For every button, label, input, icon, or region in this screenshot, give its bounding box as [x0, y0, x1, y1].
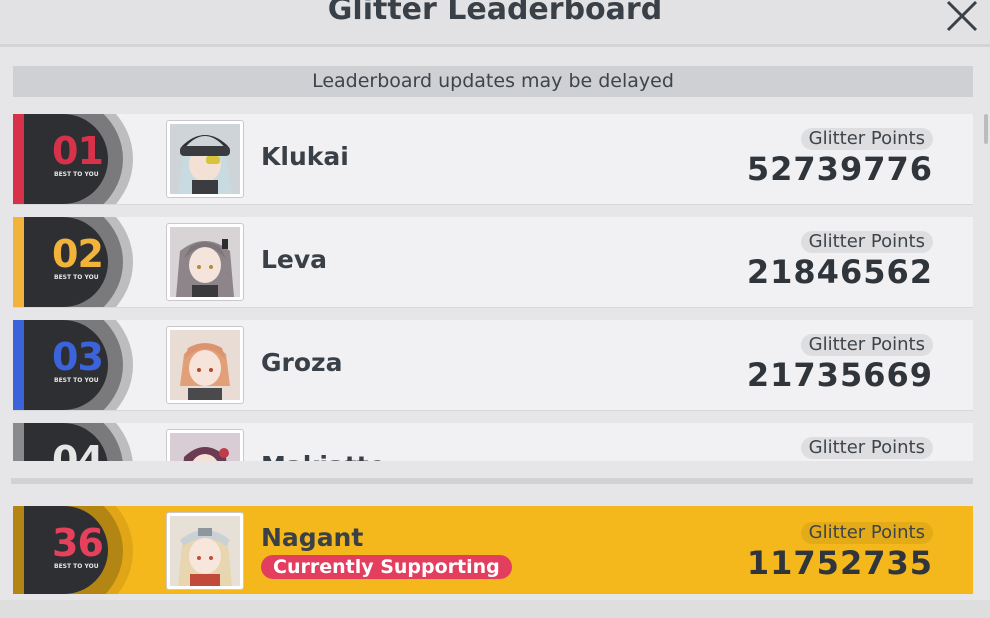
- character-portrait-makiatto: [170, 433, 240, 461]
- header-bar: Glitter Leaderboard: [0, 0, 990, 47]
- rank-tagline: BEST TO YOU: [54, 563, 99, 570]
- rank-tagline: BEST TO YOU: [54, 274, 99, 281]
- avatar[interactable]: [166, 120, 244, 198]
- points-value: 52739776: [746, 150, 933, 188]
- leaderboard-row-3[interactable]: 03 BEST TO YOU Groza Glitter Points 2173…: [13, 320, 973, 411]
- character-portrait-leva: [170, 227, 240, 297]
- rank-badge: 36 BEST TO YOU: [24, 506, 108, 594]
- rank-number: 02: [52, 232, 104, 276]
- points-value: 11752735: [746, 544, 933, 582]
- rank-color-stripe: [13, 320, 24, 410]
- points-value: 21846562: [746, 253, 933, 291]
- page-title: Glitter Leaderboard: [327, 0, 663, 27]
- leaderboard-row-4[interactable]: 04 Makiatto Glitter Points: [13, 423, 973, 461]
- avatar[interactable]: [166, 223, 244, 301]
- points-label: Glitter Points: [800, 231, 933, 253]
- player-name: Groza: [261, 348, 343, 377]
- leaderboard-row-1[interactable]: 01 BEST TO YOU Klukai Glitter Points 527…: [13, 114, 973, 205]
- avatar[interactable]: [166, 326, 244, 404]
- leaderboard-row-2[interactable]: 02 BEST TO YOU Leva Glitter Points 21846…: [13, 217, 973, 308]
- player-name: Makiatto: [261, 451, 386, 461]
- character-portrait-nagant: [170, 516, 240, 586]
- points-label: Glitter Points: [800, 522, 933, 544]
- rank-number: 04: [52, 438, 104, 461]
- rank-number: 36: [52, 521, 104, 565]
- points-value: 21735669: [746, 356, 933, 394]
- points-label: Glitter Points: [800, 437, 933, 459]
- player-name: Nagant: [261, 523, 364, 552]
- rank-color-stripe: [13, 114, 24, 204]
- close-icon: [946, 0, 978, 32]
- delay-notice: Leaderboard updates may be delayed: [13, 66, 973, 97]
- rank-color-stripe: [13, 217, 24, 307]
- player-name: Leva: [261, 245, 328, 274]
- player-name: Klukai: [261, 142, 349, 171]
- avatar[interactable]: [166, 429, 244, 461]
- rank-number: 01: [52, 129, 104, 173]
- character-portrait-groza: [170, 330, 240, 400]
- rank-color-stripe: [13, 423, 24, 461]
- rank-tagline: BEST TO YOU: [54, 171, 99, 178]
- points-label: Glitter Points: [800, 128, 933, 150]
- my-rank-row[interactable]: 36 BEST TO YOU Nagant Currently Supporti…: [13, 506, 973, 594]
- list-scrollbar[interactable]: [984, 114, 988, 144]
- supporting-badge: Currently Supporting: [261, 555, 512, 579]
- points-label: Glitter Points: [800, 334, 933, 356]
- avatar[interactable]: [166, 512, 244, 590]
- rank-number: 03: [52, 335, 104, 379]
- footer-strip: [0, 600, 990, 618]
- leaderboard-list[interactable]: 01 BEST TO YOU Klukai Glitter Points 527…: [0, 114, 990, 461]
- character-portrait-klukai: [170, 124, 240, 194]
- close-button[interactable]: [942, 0, 982, 36]
- divider: [11, 478, 973, 484]
- rank-tagline: BEST TO YOU: [54, 377, 99, 384]
